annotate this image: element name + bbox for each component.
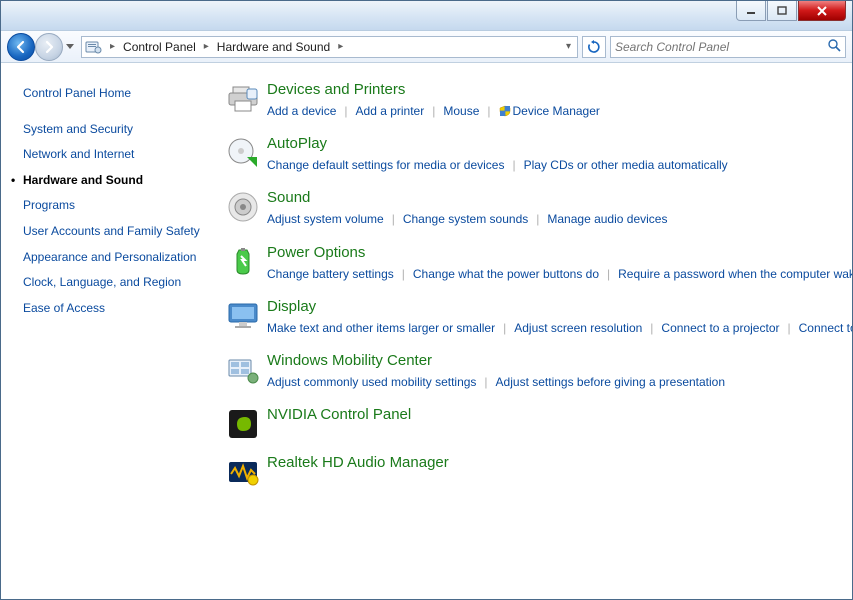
body: Control Panel Home System and SecurityNet… xyxy=(1,63,852,599)
search-box[interactable] xyxy=(610,36,846,58)
uac-shield-icon xyxy=(499,104,511,116)
sidebar-item-7[interactable]: Clock, Language, and Region xyxy=(23,270,213,296)
category-title-7[interactable]: Realtek HD Audio Manager xyxy=(267,454,828,471)
sidebar-item-3[interactable]: Hardware and Sound xyxy=(23,168,213,194)
navbar: ▸ Control Panel ▸ Hardware and Sound ▸ ▾ xyxy=(1,31,852,63)
category-title-4[interactable]: Display xyxy=(267,298,852,315)
mobility-icon xyxy=(227,352,267,392)
category-title-6[interactable]: NVIDIA Control Panel xyxy=(267,406,828,423)
link-separator: | xyxy=(479,104,498,118)
category-4: DisplayMake text and other items larger … xyxy=(227,298,828,338)
category-title-3[interactable]: Power Options xyxy=(267,244,852,261)
maximize-button[interactable] xyxy=(767,1,797,21)
breadcrumb-sep-icon: ▸ xyxy=(104,41,121,52)
category-links-0: Add a device|Add a printer|Mouse|Device … xyxy=(267,102,828,121)
nav-history-dropdown[interactable] xyxy=(63,37,77,57)
category-5-link-0[interactable]: Adjust commonly used mobility settings xyxy=(267,375,476,389)
battery-icon xyxy=(227,244,267,284)
category-title-0[interactable]: Devices and Printers xyxy=(267,81,828,98)
content: Devices and PrintersAdd a device|Add a p… xyxy=(213,63,852,599)
category-7: Realtek HD Audio Manager xyxy=(227,454,828,488)
titlebar xyxy=(1,1,852,31)
breadcrumb[interactable]: ▸ Control Panel ▸ Hardware and Sound ▸ ▾ xyxy=(81,36,578,58)
category-title-2[interactable]: Sound xyxy=(267,189,828,206)
category-links-3: Change battery settings|Change what the … xyxy=(267,265,852,284)
breadcrumb-dropdown[interactable]: ▾ xyxy=(562,41,575,52)
link-separator: | xyxy=(504,158,523,172)
category-links-2: Adjust system volume|Change system sound… xyxy=(267,210,828,229)
sidebar-item-0[interactable]: Control Panel Home xyxy=(23,81,213,107)
nav-buttons xyxy=(7,33,77,61)
category-4-link-1[interactable]: Adjust screen resolution xyxy=(514,321,642,335)
link-separator: | xyxy=(384,212,403,226)
nvidia-icon xyxy=(227,406,267,440)
category-5-link-1[interactable]: Adjust settings before giving a presenta… xyxy=(496,375,725,389)
category-0: Devices and PrintersAdd a device|Add a p… xyxy=(227,81,828,121)
category-4-link-3[interactable]: Connect to an external display xyxy=(799,321,852,335)
sidebar-item-2[interactable]: Network and Internet xyxy=(23,142,213,168)
sidebar-item-5[interactable]: User Accounts and Family Safety xyxy=(23,219,213,245)
link-separator: | xyxy=(336,104,355,118)
speaker-icon xyxy=(227,189,267,229)
category-6: NVIDIA Control Panel xyxy=(227,406,828,440)
category-3-link-2[interactable]: Require a password when the computer wak… xyxy=(618,267,852,281)
sidebar-item-1[interactable]: System and Security xyxy=(23,117,213,143)
link-separator: | xyxy=(424,104,443,118)
category-0-link-3[interactable]: Device Manager xyxy=(499,104,600,118)
breadcrumb-sep-icon: ▸ xyxy=(332,41,349,52)
category-links-5: Adjust commonly used mobility settings|A… xyxy=(267,373,828,392)
sidebar: Control Panel Home System and SecurityNet… xyxy=(1,63,213,599)
category-links-4: Make text and other items larger or smal… xyxy=(267,319,852,338)
sidebar-item-8[interactable]: Ease of Access xyxy=(23,296,213,322)
search-input[interactable] xyxy=(615,40,827,54)
breadcrumb-sep-icon: ▸ xyxy=(198,41,215,52)
breadcrumb-item-0[interactable]: Control Panel xyxy=(121,40,198,54)
display-icon xyxy=(227,298,267,338)
category-2-link-1[interactable]: Change system sounds xyxy=(403,212,528,226)
link-separator: | xyxy=(476,375,495,389)
breadcrumb-icon xyxy=(84,38,104,56)
category-0-link-2[interactable]: Mouse xyxy=(443,104,479,118)
close-button[interactable] xyxy=(798,1,846,21)
category-1-link-1[interactable]: Play CDs or other media automatically xyxy=(524,158,728,172)
category-title-1[interactable]: AutoPlay xyxy=(267,135,828,152)
printer-icon xyxy=(227,81,267,121)
category-3-link-0[interactable]: Change battery settings xyxy=(267,267,394,281)
window-controls xyxy=(736,1,846,21)
link-separator: | xyxy=(495,321,514,335)
back-button[interactable] xyxy=(7,33,35,61)
minimize-button[interactable] xyxy=(736,1,766,21)
category-2-link-0[interactable]: Adjust system volume xyxy=(267,212,384,226)
link-separator: | xyxy=(780,321,799,335)
category-3: Power OptionsChange battery settings|Cha… xyxy=(227,244,828,284)
category-3-link-1[interactable]: Change what the power buttons do xyxy=(413,267,599,281)
link-separator: | xyxy=(528,212,547,226)
link-separator: | xyxy=(394,267,413,281)
breadcrumb-item-1[interactable]: Hardware and Sound xyxy=(215,40,332,54)
forward-button[interactable] xyxy=(35,33,63,61)
category-1: AutoPlay Change default settings for medi… xyxy=(227,135,828,175)
category-title-5[interactable]: Windows Mobility Center xyxy=(267,352,828,369)
category-2-link-2[interactable]: Manage audio devices xyxy=(547,212,667,226)
control-panel-window: ▸ Control Panel ▸ Hardware and Sound ▸ ▾… xyxy=(0,0,853,600)
link-separator: | xyxy=(599,267,618,281)
category-2: SoundAdjust system volume|Change system … xyxy=(227,189,828,229)
search-icon[interactable] xyxy=(827,38,841,55)
category-4-link-2[interactable]: Connect to a projector xyxy=(661,321,779,335)
category-0-link-1[interactable]: Add a printer xyxy=(356,104,425,118)
category-5: Windows Mobility Center Adjust commonly u… xyxy=(227,352,828,392)
realtek-icon xyxy=(227,454,267,488)
category-links-1: Change default settings for media or dev… xyxy=(267,156,828,175)
refresh-button[interactable] xyxy=(582,36,606,58)
category-0-link-0[interactable]: Add a device xyxy=(267,104,336,118)
sidebar-item-4[interactable]: Programs xyxy=(23,193,213,219)
sidebar-item-6[interactable]: Appearance and Personalization xyxy=(23,245,213,271)
autoplay-icon xyxy=(227,135,267,175)
link-separator: | xyxy=(642,321,661,335)
category-1-link-0[interactable]: Change default settings for media or dev… xyxy=(267,158,504,172)
category-4-link-0[interactable]: Make text and other items larger or smal… xyxy=(267,321,495,335)
